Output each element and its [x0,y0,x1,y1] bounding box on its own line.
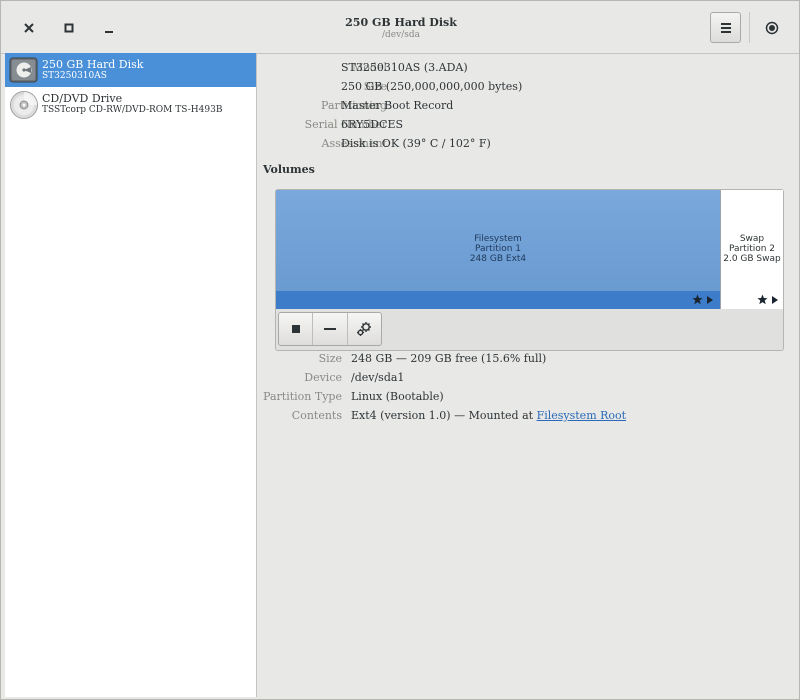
maximize-button[interactable] [56,15,82,41]
delete-partition-button[interactable] [313,313,348,345]
hard-disk-icon [9,56,39,84]
info-label: Contents [291,409,342,422]
info-value: 248 GB — 209 GB free (15.6% full) [351,352,547,365]
info-value: /dev/sda1 [351,371,405,384]
drive-description: ST3250310AS [42,71,107,81]
partition-block-2[interactable]: Swap Partition 2 2.0 GB Swap [721,190,783,309]
partition-type: Swap [739,234,765,244]
header-bar: 250 GB Hard Disk /dev/sda [1,1,799,54]
info-row-partitioning: Partitioning Master Boot Record [257,99,799,115]
info-value: Ext4 (version 1.0) — Mounted at Filesyst… [351,409,626,422]
minimize-button[interactable] [96,15,122,41]
info-value: ST3250310AS (3.ADA) [341,61,468,74]
title-area: 250 GB Hard Disk /dev/sda [201,16,601,40]
contents-text: Ext4 (version 1.0) — Mounted at [351,409,537,422]
info-label: Size [318,352,342,365]
optical-disc-icon [9,90,39,119]
hamburger-menu-icon [720,22,731,33]
menu-button[interactable] [710,12,741,43]
partition-size: 248 GB Ext4 [469,254,527,264]
partition-size: 2.0 GB Swap [723,254,781,264]
info-label: Device [304,371,342,384]
play-icon [707,295,713,304]
info-label: Partition Type [263,390,342,403]
maximize-icon [64,23,74,33]
partition-block-1[interactable]: Filesystem Partition 1 248 GB Ext4 [276,190,721,309]
volumes-heading: Volumes [263,163,315,176]
window-title: 250 GB Hard Disk [345,16,457,29]
partition-row-size: Size 248 GB — 209 GB free (15.6% full) [257,352,799,368]
info-value: 250 GB (250,000,000,000 bytes) [341,80,523,93]
partition-label: Swap Partition 2 2.0 GB Swap [721,234,783,264]
star-icon [692,294,703,305]
power-button[interactable] [760,16,784,40]
window-subtitle: /dev/sda [382,30,420,40]
drive-description: TSSTcorp CD-RW/DVD-ROM TS-H493B [42,105,223,115]
unmount-button[interactable] [279,313,314,345]
star-icon [757,294,768,305]
drive-name: CD/DVD Drive [42,92,123,105]
info-row-assessment: Assessment Disk is OK (39° C / 102° F) [257,137,799,153]
partition-footer [276,291,720,309]
drive-name: 250 GB Hard Disk [42,58,144,71]
minimize-icon [105,31,113,33]
volume-map: Filesystem Partition 1 248 GB Ext4 Swap … [275,189,784,351]
record-icon [765,21,779,35]
drive-list: 250 GB Hard Disk ST3250310AS CD/DVD Driv… [5,53,257,697]
partition-row-contents: Contents Ext4 (version 1.0) — Mounted at… [257,409,799,425]
minus-icon [323,328,336,330]
partition-type: Filesystem [474,234,522,244]
info-row-serial: Serial Number 6RY5DCES [257,118,799,134]
partition-label: Filesystem Partition 1 248 GB Ext4 [276,234,720,264]
info-row-size: Size 250 GB (250,000,000,000 bytes) [257,80,799,96]
partition-options-button[interactable] [348,313,381,345]
partition-row-device: Device /dev/sda1 [257,371,799,387]
info-value: Linux (Bootable) [351,390,444,403]
partition-row-type: Partition Type Linux (Bootable) [257,390,799,406]
info-value: Disk is OK (39° C / 102° F) [341,137,491,150]
info-row-model: Model ST3250310AS (3.ADA) [257,61,799,77]
info-value: 6RY5DCES [341,118,404,131]
close-icon [24,23,34,33]
play-icon [772,295,778,304]
volume-toolbar [278,312,382,346]
gears-icon [357,322,372,336]
stop-icon [291,325,300,333]
drive-item-cd-dvd[interactable]: CD/DVD Drive TSSTcorp CD-RW/DVD-ROM TS-H… [5,87,256,121]
close-button[interactable] [16,15,42,41]
info-value: Master Boot Record [341,99,454,112]
disks-window: 250 GB Hard Disk /dev/sda 250 GB Hard Di… [0,0,800,700]
partition-name: Partition 1 [474,244,522,254]
drive-item-hard-disk[interactable]: 250 GB Hard Disk ST3250310AS [5,53,256,87]
filesystem-root-link[interactable]: Filesystem Root [537,409,627,422]
header-separator [749,12,750,43]
main-panel: Model ST3250310AS (3.ADA) Size 250 GB (2… [257,53,799,697]
partition-name: Partition 2 [728,244,776,254]
